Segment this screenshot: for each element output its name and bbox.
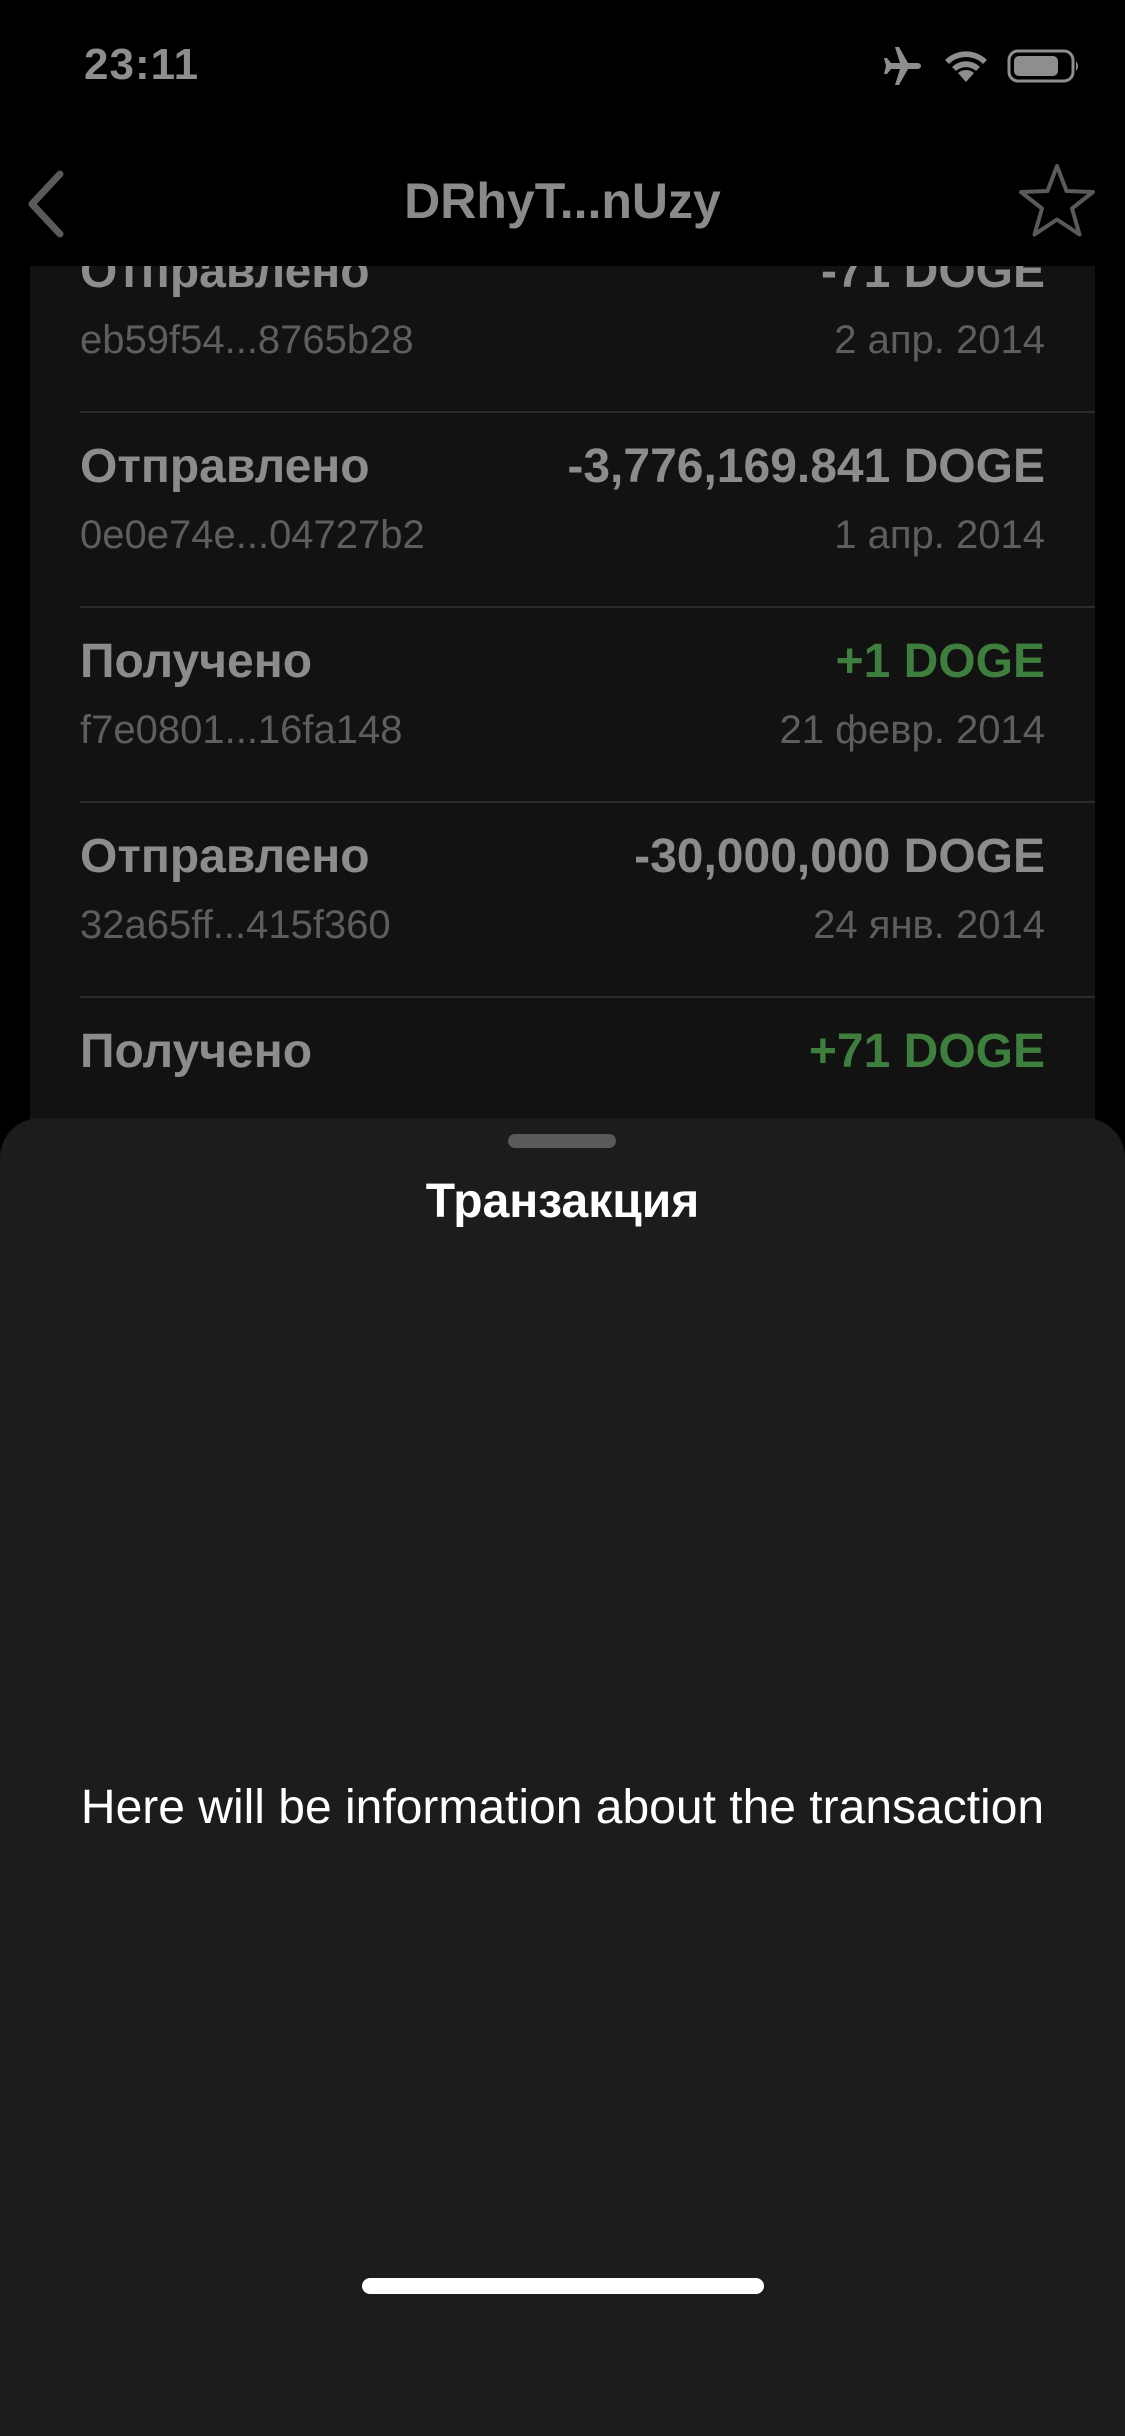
transaction-date: 2 апр. 2014 [834,318,1045,362]
transaction-date: 1 апр. 2014 [834,513,1045,557]
sheet-body-text: Here will be information about the trans… [80,1781,1045,1834]
star-icon [1019,164,1095,237]
transaction-type: Отправлено [80,440,370,493]
transaction-amount: -30,000,000 DOGE [634,830,1045,883]
transaction-date: 21 февр. 2014 [779,708,1045,752]
battery-icon [1007,48,1081,84]
transaction-sheet: Транзакция Here will be information abou… [0,1118,1125,2436]
transaction-type: Получено [80,635,313,688]
transaction-row[interactable]: Получено +71 DOGE [30,998,1095,1126]
transaction-amount: +71 DOGE [808,1025,1045,1078]
status-icons [881,46,1081,86]
transaction-amount: -3,776,169.841 DOGE [567,440,1045,493]
screen: 23:11 DRhyT...nUzy Отправлено -71 DOGE e… [0,0,1125,2436]
transaction-row[interactable]: Отправлено -71 DOGE eb59f54...8765b28 2 … [30,266,1095,413]
transaction-hash: eb59f54...8765b28 [80,318,414,362]
transaction-row[interactable]: Отправлено -30,000,000 DOGE 32a65ff...41… [30,803,1095,998]
transaction-amount: +1 DOGE [835,635,1045,688]
page-title: DRhyT...nUzy [404,173,721,229]
chevron-left-icon [28,170,64,238]
transaction-amount: -71 DOGE [820,266,1045,298]
nav-bar: DRhyT...nUzy [0,140,1125,266]
status-bar: 23:11 [0,0,1125,140]
transaction-date: 24 янв. 2014 [813,903,1045,947]
sheet-title: Транзакция [425,1175,700,1228]
transaction-hash: 0e0e74e...04727b2 [80,513,425,557]
back-button[interactable] [22,166,72,242]
status-time: 23:11 [84,40,200,89]
home-indicator[interactable] [362,2278,764,2294]
transaction-type: Отправлено [80,266,370,298]
wifi-icon [943,48,989,84]
sheet-grabber[interactable] [508,1134,616,1148]
transaction-hash: 32a65ff...415f360 [80,903,391,947]
transaction-row[interactable]: Получено +1 DOGE f7e0801...16fa148 21 фе… [30,608,1095,803]
transaction-list: Отправлено -71 DOGE eb59f54...8765b28 2 … [30,266,1095,1126]
transaction-type: Отправлено [80,830,370,883]
transaction-row[interactable]: Отправлено -3,776,169.841 DOGE 0e0e74e..… [30,413,1095,608]
transaction-hash: f7e0801...16fa148 [80,708,403,752]
favorite-button[interactable] [1015,160,1099,244]
airplane-icon [881,46,925,86]
transaction-type: Получено [80,1025,313,1078]
